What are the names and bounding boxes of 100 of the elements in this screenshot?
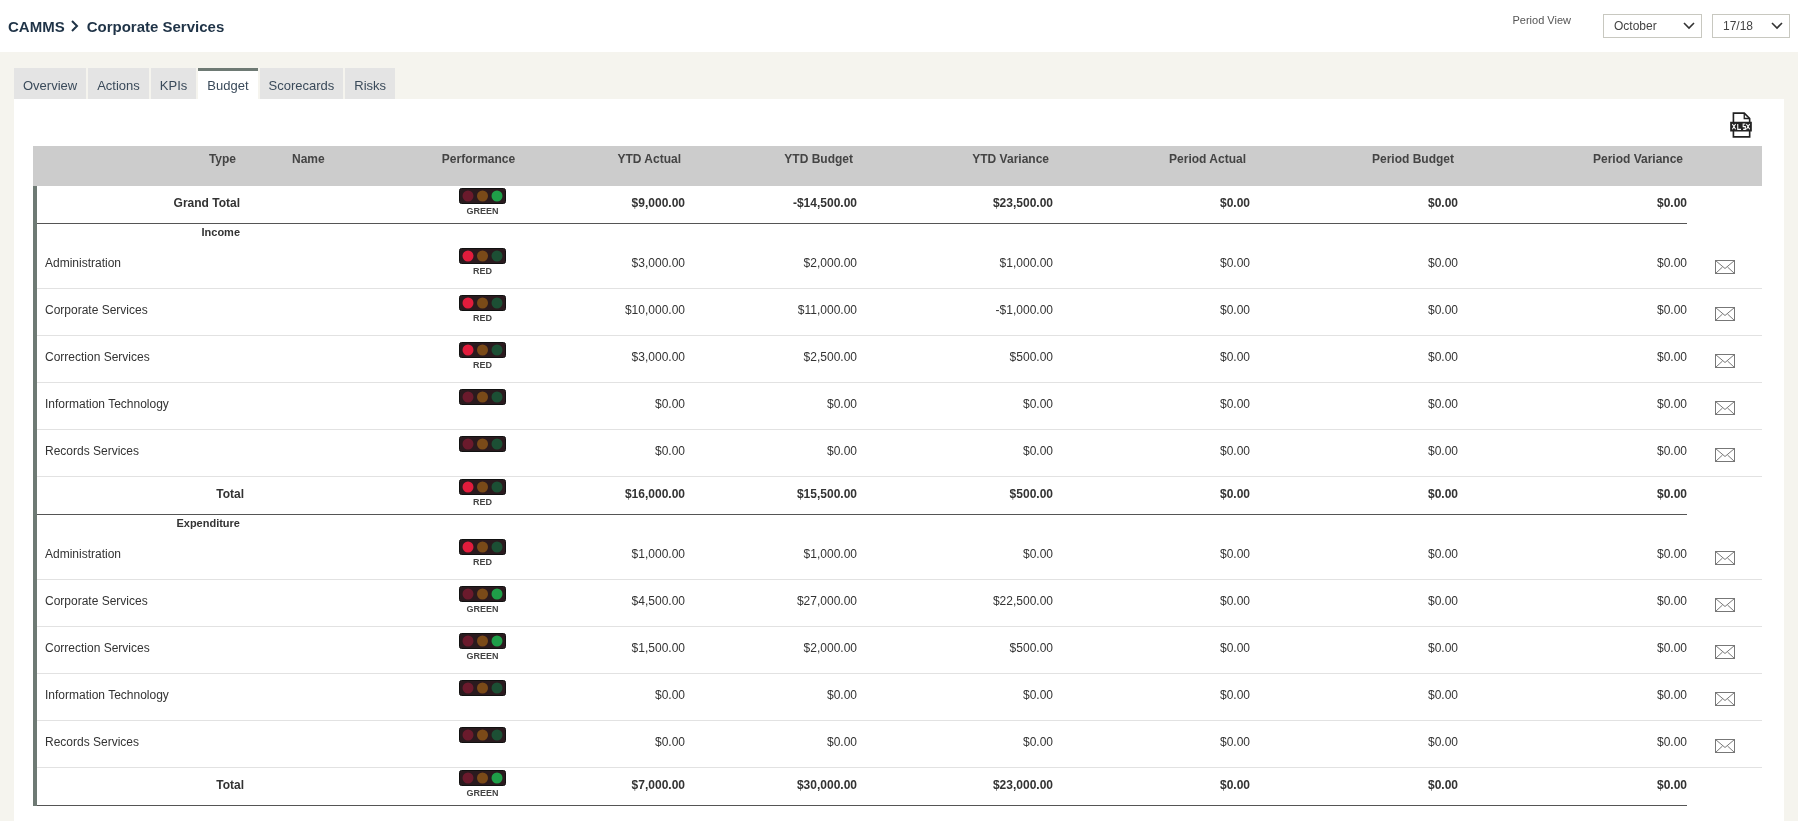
amount-text: $0.00: [1656, 196, 1687, 210]
column-header: Period Actual: [1169, 152, 1246, 166]
amount-text: $4,500.00: [631, 594, 685, 608]
envelope-icon[interactable]: [1714, 645, 1735, 659]
amount-text: $2,500.00: [803, 350, 857, 364]
amount-text: $0.00: [1219, 594, 1250, 608]
envelope-icon[interactable]: [1714, 448, 1735, 462]
chevron-down-icon: [1771, 22, 1783, 30]
amount-text: $0.00: [1656, 350, 1687, 364]
amount-text: $30,000.00: [796, 778, 857, 792]
amount-text: $0.00: [1427, 303, 1458, 317]
amount-text: $0.00: [1656, 688, 1687, 702]
row-name: Correction Services: [45, 641, 150, 655]
amount-text: $0.00: [1656, 735, 1687, 749]
amount-text: $0.00: [1427, 778, 1458, 792]
amount-text: $0.00: [1022, 397, 1053, 411]
amount-text: $0.00: [1219, 778, 1250, 792]
month-dropdown[interactable]: October: [1603, 14, 1702, 38]
amount-text: $0.00: [1219, 397, 1250, 411]
status-label: GREEN: [466, 651, 499, 661]
amount-text: $0.00: [1427, 688, 1458, 702]
amount-text: $7,000.00: [631, 778, 685, 792]
amount-text: $16,000.00: [624, 487, 685, 501]
envelope-icon[interactable]: [1714, 354, 1735, 368]
xlsx-file-icon[interactable]: [1729, 112, 1753, 138]
row-name: Administration: [45, 547, 122, 561]
status-label: GREEN: [466, 206, 499, 216]
amount-text: $22,500.00: [992, 594, 1053, 608]
amount-text: $0.00: [1427, 594, 1458, 608]
amount-text: $0.00: [1219, 735, 1250, 749]
tab[interactable]: Scorecards: [259, 68, 344, 99]
section-heading: Income: [201, 226, 240, 238]
year-dropdown[interactable]: 17/18: [1712, 14, 1790, 38]
amount-text: $0.00: [1219, 641, 1250, 655]
tab[interactable]: Risks: [345, 68, 396, 99]
column-header: Performance: [441, 152, 516, 166]
amount-text: $3,000.00: [631, 350, 685, 364]
envelope-icon[interactable]: [1714, 551, 1735, 565]
column-header: Period Budget: [1372, 152, 1454, 166]
amount-text: $0.00: [1427, 547, 1458, 561]
amount-text: $10,000.00: [624, 303, 685, 317]
amount-text: $27,000.00: [796, 594, 857, 608]
amount-text: $15,500.00: [796, 487, 857, 501]
envelope-icon[interactable]: [1714, 598, 1735, 612]
tab[interactable]: KPIs: [150, 68, 197, 99]
amount-text: $0.00: [1656, 778, 1687, 792]
envelope-icon[interactable]: [1714, 401, 1735, 415]
amount-text: $1,500.00: [631, 641, 685, 655]
status-label: RED: [473, 266, 492, 276]
amount-text: $0.00: [826, 688, 857, 702]
envelope-icon[interactable]: [1714, 260, 1735, 274]
status-label: RED: [473, 313, 492, 323]
column-header: YTD Variance: [972, 152, 1049, 166]
amount-text: $0.00: [1219, 196, 1250, 210]
amount-text: $0.00: [1427, 735, 1458, 749]
status-label: RED: [473, 360, 492, 370]
envelope-icon[interactable]: [1714, 692, 1735, 706]
amount-text: $0.00: [1427, 256, 1458, 270]
amount-text: $0.00: [1022, 444, 1053, 458]
amount-text: $23,500.00: [992, 196, 1053, 210]
amount-text: $11,000.00: [797, 303, 857, 317]
breadcrumb-link[interactable]: CAMMS: [8, 17, 65, 35]
amount-text: $0.00: [826, 735, 857, 749]
tab[interactable]: Overview: [14, 68, 87, 99]
amount-text: $1,000.00: [631, 547, 685, 561]
chevron-down-icon: [1683, 22, 1695, 30]
amount-text: $0.00: [1656, 397, 1687, 411]
amount-text: $0.00: [1656, 256, 1687, 270]
period-view-label: Period View: [1512, 14, 1571, 26]
amount-text: $23,000.00: [992, 778, 1053, 792]
row-name: Correction Services: [45, 350, 150, 364]
amount-text: $0.00: [1656, 547, 1687, 561]
tab[interactable]: Actions: [88, 68, 149, 99]
amount-text: -$1,000.00: [995, 303, 1053, 317]
amount-text: $2,000.00: [803, 641, 857, 655]
amount-text: $2,000.00: [803, 256, 857, 270]
envelope-icon[interactable]: [1714, 739, 1735, 753]
amount-text: $0.00: [1022, 547, 1053, 561]
amount-text: $9,000.00: [631, 196, 685, 210]
amount-text: $0.00: [1427, 487, 1458, 501]
amount-text: $0.00: [1656, 444, 1687, 458]
envelope-icon[interactable]: [1714, 307, 1735, 321]
amount-text: $0.00: [654, 397, 685, 411]
amount-text: $0.00: [1656, 487, 1687, 501]
amount-text: $0.00: [1219, 487, 1250, 501]
row-name: Administration: [45, 256, 122, 270]
amount-text: $0.00: [826, 444, 857, 458]
amount-text: $0.00: [1219, 547, 1250, 561]
tab[interactable]: Budget: [198, 68, 258, 99]
row-name: Corporate Services: [45, 594, 148, 608]
amount-text: $1,000.00: [999, 256, 1053, 270]
row-name: Information Technology: [45, 397, 169, 411]
total-label: Total: [216, 487, 244, 501]
column-header: YTD Budget: [784, 152, 853, 166]
status-label: RED: [473, 497, 492, 507]
amount-text: $3,000.00: [631, 256, 685, 270]
chevron-right-icon: [70, 20, 79, 32]
column-header: Period Variance: [1592, 152, 1683, 166]
amount-text: $1,000.00: [803, 547, 857, 561]
status-label: GREEN: [466, 604, 499, 614]
